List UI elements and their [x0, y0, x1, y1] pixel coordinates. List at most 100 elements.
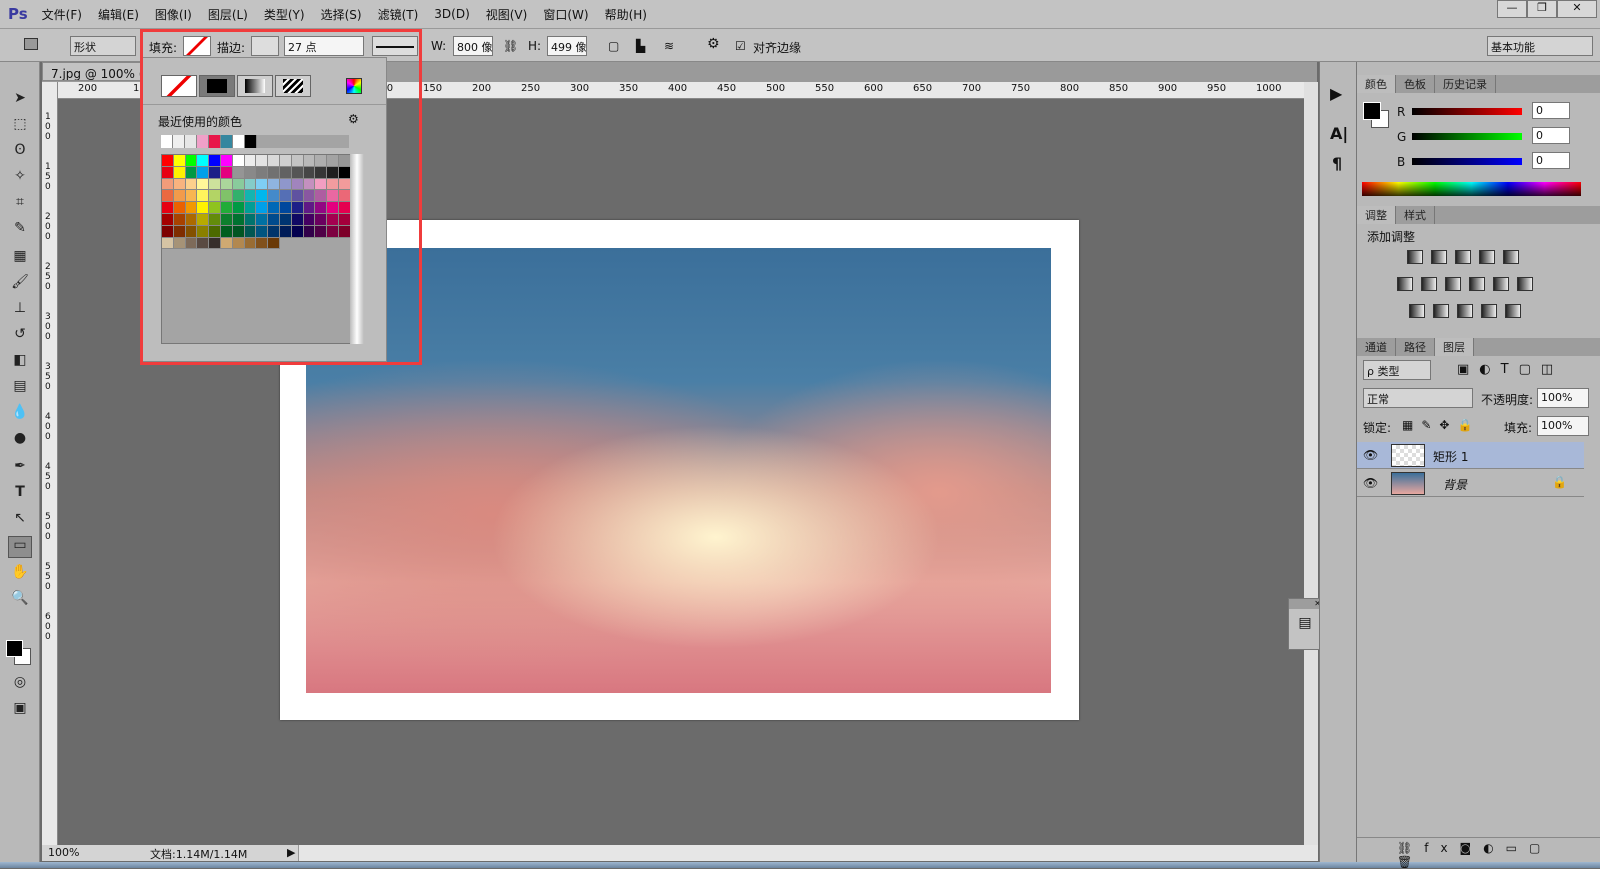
screen-mode-icon[interactable]: ▣ — [8, 700, 32, 722]
actions-play-icon[interactable]: ▶ — [1330, 84, 1342, 103]
menu-window[interactable]: 窗口(W) — [543, 6, 588, 23]
align-edges-checkbox[interactable]: ☑ — [735, 39, 746, 53]
menu-3d[interactable]: 3D(D) — [434, 7, 469, 21]
g-input[interactable]: 0 — [1532, 127, 1570, 144]
black-white-icon[interactable] — [1445, 277, 1461, 291]
tab-history[interactable]: 历史记录 — [1435, 75, 1496, 93]
menu-select[interactable]: 选择(S) — [321, 6, 362, 23]
menu-filter[interactable]: 滤镜(T) — [378, 6, 419, 23]
visibility-eye-icon[interactable]: 👁 — [1363, 476, 1378, 490]
tab-adjustments[interactable]: 调整 — [1357, 206, 1396, 224]
brush-tool-icon[interactable]: 🖌 — [8, 274, 32, 296]
eyedropper-tool-icon[interactable]: ✎ — [8, 220, 32, 242]
b-input[interactable]: 0 — [1532, 152, 1570, 169]
tab-paths[interactable]: 路径 — [1396, 338, 1435, 356]
tab-swatches[interactable]: 色板 — [1396, 75, 1435, 93]
rectangle-tool-icon[interactable]: ▭ — [8, 536, 32, 558]
color-balance-icon[interactable] — [1421, 277, 1437, 291]
tab-color[interactable]: 颜色 — [1357, 75, 1396, 93]
color-lookup-icon[interactable] — [1517, 277, 1533, 291]
opacity-input[interactable]: 100% — [1537, 388, 1589, 408]
link-icon[interactable]: ⛓ — [503, 39, 518, 53]
close-button[interactable]: ✕ — [1557, 0, 1597, 18]
layer-row-background[interactable]: 👁 背景 🔒 — [1357, 470, 1584, 497]
levels-icon[interactable] — [1431, 250, 1447, 264]
g-slider[interactable] — [1412, 133, 1522, 140]
visibility-eye-icon[interactable]: 👁 — [1363, 448, 1378, 462]
menu-view[interactable]: 视图(V) — [486, 6, 528, 23]
type-tool-icon[interactable]: T — [8, 484, 32, 506]
character-icon[interactable]: A| — [1330, 124, 1348, 143]
layer-name[interactable]: 矩形 1 — [1433, 448, 1468, 465]
exposure-icon[interactable] — [1479, 250, 1495, 264]
status-menu-arrow-icon[interactable]: ▶ — [287, 846, 295, 859]
menu-file[interactable]: 文件(F) — [42, 6, 82, 23]
layer-filter-select[interactable]: ρ 类型 — [1363, 360, 1431, 380]
photo-filter-icon[interactable] — [1469, 277, 1485, 291]
minimize-button[interactable]: — — [1497, 0, 1527, 18]
horizontal-scrollbar[interactable] — [298, 845, 1318, 861]
channel-mixer-icon[interactable] — [1493, 277, 1509, 291]
properties-icon[interactable]: ▤ — [1289, 615, 1321, 631]
lasso-tool-icon[interactable]: ʘ — [8, 142, 32, 164]
menu-layer[interactable]: 图层(L) — [208, 6, 248, 23]
vibrance-icon[interactable] — [1503, 250, 1519, 264]
workspace-select[interactable]: 基本功能 — [1487, 36, 1593, 56]
rectangle-tool-preset-icon[interactable] — [24, 38, 38, 50]
tab-layers[interactable]: 图层 — [1435, 338, 1474, 356]
fill-input[interactable]: 100% — [1537, 416, 1589, 436]
hand-tool-icon[interactable]: ✋ — [8, 564, 32, 586]
foreground-color-swatch[interactable] — [6, 640, 23, 657]
history-brush-tool-icon[interactable]: ↺ — [8, 326, 32, 348]
menu-help[interactable]: 帮助(H) — [605, 6, 647, 23]
path-arrangement-icon[interactable]: ≋ — [664, 39, 674, 53]
layer-name[interactable]: 背景 — [1443, 476, 1467, 493]
gradient-map-icon[interactable] — [1505, 304, 1521, 318]
b-slider[interactable] — [1412, 158, 1522, 165]
healing-brush-tool-icon[interactable]: ▦ — [8, 248, 32, 270]
gradient-tool-icon[interactable]: ▤ — [8, 378, 32, 400]
crop-tool-icon[interactable]: ⌗ — [8, 194, 32, 216]
brightness-icon[interactable] — [1407, 250, 1423, 264]
pen-tool-icon[interactable]: ✒ — [8, 458, 32, 480]
tab-channels[interactable]: 通道 — [1357, 338, 1396, 356]
width-input[interactable]: 800 像素 — [453, 36, 493, 56]
menu-edit[interactable]: 编辑(E) — [98, 6, 139, 23]
blur-tool-icon[interactable]: 💧 — [8, 404, 32, 426]
height-input[interactable]: 499 像素 — [547, 36, 587, 56]
paragraph-icon[interactable]: ¶ — [1332, 154, 1342, 173]
path-alignment-icon[interactable]: ▙ — [636, 39, 645, 53]
threshold-icon[interactable] — [1457, 304, 1473, 318]
r-slider[interactable] — [1412, 108, 1522, 115]
menu-image[interactable]: 图像(I) — [155, 6, 192, 23]
zoom-level[interactable]: 100% — [48, 846, 79, 859]
zoom-tool-icon[interactable]: 🔍 — [8, 590, 32, 612]
layer-footer-buttons[interactable]: ⛓fx◙◐▭▢🗑 — [1357, 837, 1600, 869]
path-selection-tool-icon[interactable]: ↖ — [8, 510, 32, 532]
posterize-icon[interactable] — [1433, 304, 1449, 318]
gear-icon[interactable]: ⚙ — [707, 36, 720, 52]
color-fg-swatch[interactable] — [1363, 102, 1381, 120]
path-operations-icon[interactable]: ▢ — [608, 39, 619, 53]
eraser-tool-icon[interactable]: ◧ — [8, 352, 32, 374]
quick-mask-icon[interactable]: ◎ — [8, 674, 32, 696]
maximize-button[interactable]: ❐ — [1527, 0, 1557, 18]
vertical-scrollbar[interactable] — [1304, 82, 1318, 845]
hue-saturation-icon[interactable] — [1397, 277, 1413, 291]
magic-wand-tool-icon[interactable]: ✧ — [8, 168, 32, 190]
blend-mode-select[interactable]: 正常 — [1363, 388, 1473, 408]
close-icon[interactable]: ✕ — [1289, 599, 1321, 609]
menu-type[interactable]: 类型(Y) — [264, 6, 305, 23]
curves-icon[interactable] — [1455, 250, 1471, 264]
marquee-tool-icon[interactable]: ⬚ — [8, 116, 32, 138]
layer-filter-icons[interactable]: ▣◐T▢◫ — [1457, 362, 1563, 377]
color-spectrum[interactable] — [1362, 182, 1581, 196]
stamp-tool-icon[interactable]: ⊥ — [8, 300, 32, 322]
mode-select[interactable]: 形状 — [70, 36, 136, 56]
selective-color-icon[interactable] — [1481, 304, 1497, 318]
tab-styles[interactable]: 样式 — [1396, 206, 1435, 224]
lock-icons[interactable]: ▦✎✥🔒 — [1402, 418, 1480, 432]
layer-row-rectangle[interactable]: 👁 矩形 1 — [1357, 442, 1584, 469]
dodge-tool-icon[interactable]: ● — [8, 430, 32, 452]
r-input[interactable]: 0 — [1532, 102, 1570, 119]
